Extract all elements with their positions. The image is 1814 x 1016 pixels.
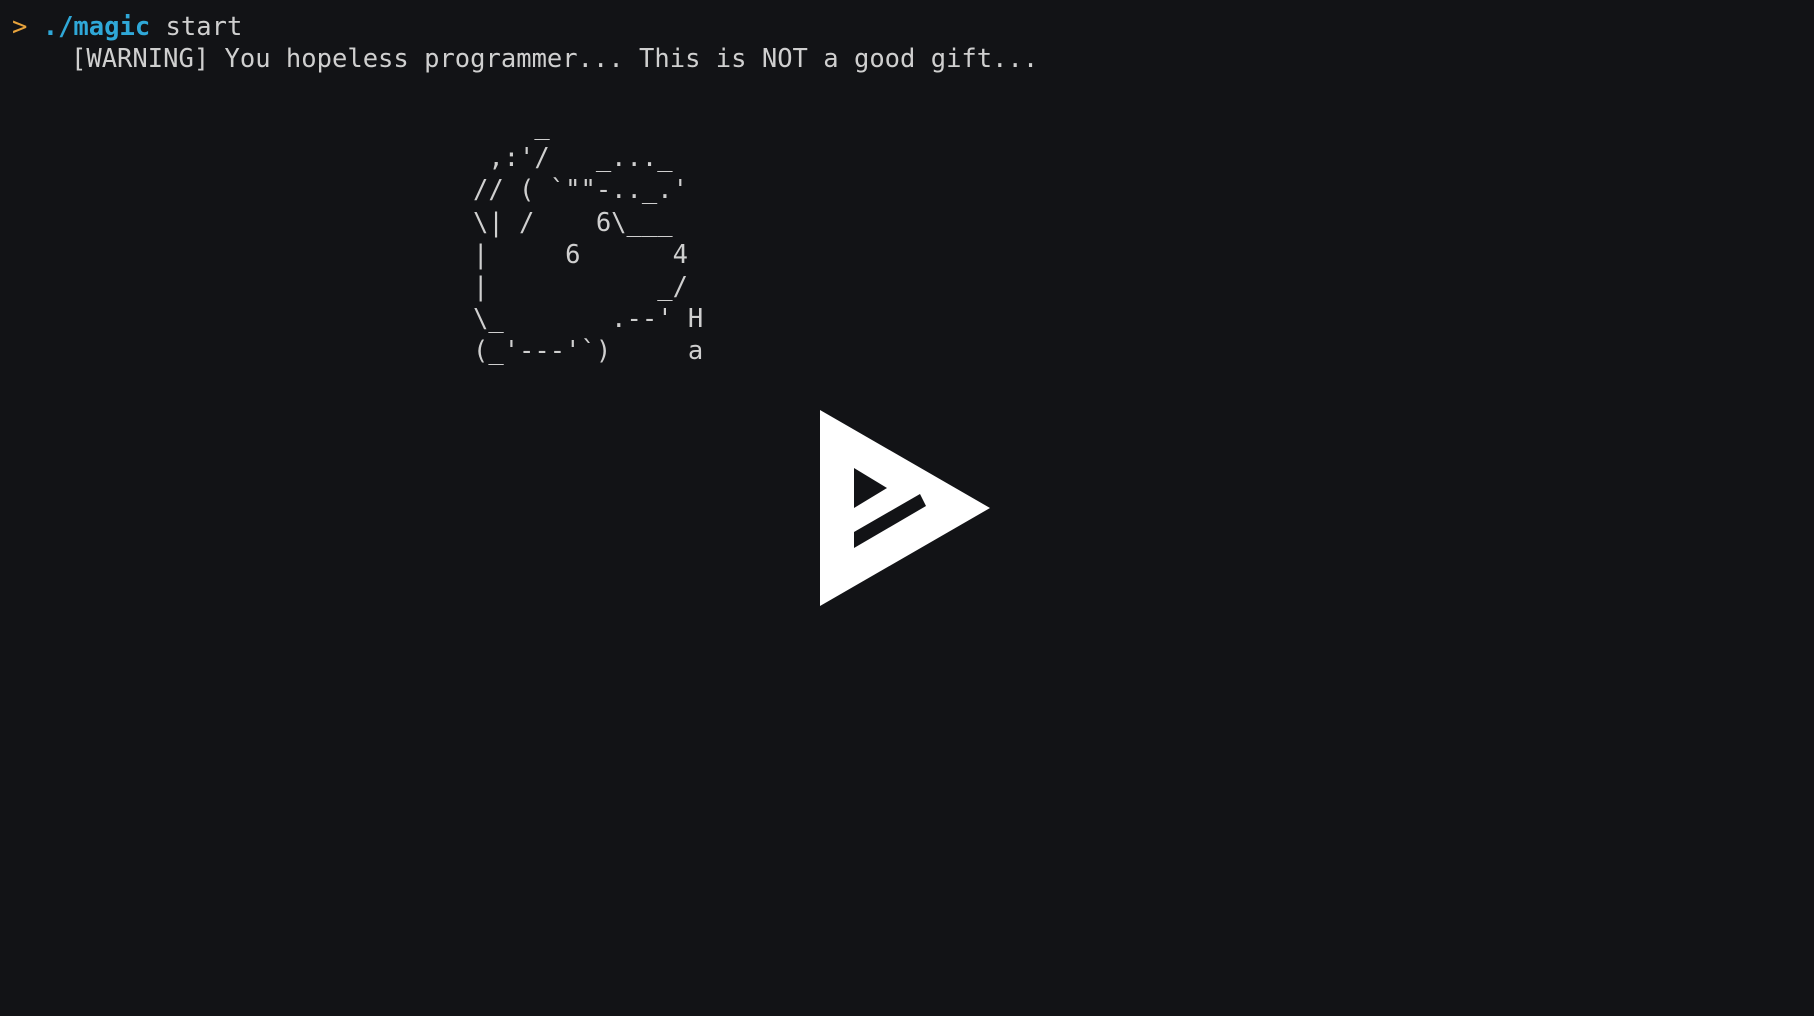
warning-output: [WARNING] You hopeless programmer... Thi… (71, 44, 1039, 74)
terminal-window: > ./magic start [WARNING] You hopeless p… (0, 0, 1814, 1016)
asciinema-play-icon (820, 410, 990, 606)
prompt-symbol: > (12, 12, 28, 42)
command-argument: start (165, 12, 243, 42)
ascii-art-pig: _ ,:'/ _..._ // ( `""-.._.' \| / 6\___ |… (473, 111, 704, 367)
command-text: ./magic (42, 12, 151, 42)
prompt-line: > ./magic start (12, 11, 242, 43)
play-button[interactable] (820, 410, 990, 606)
